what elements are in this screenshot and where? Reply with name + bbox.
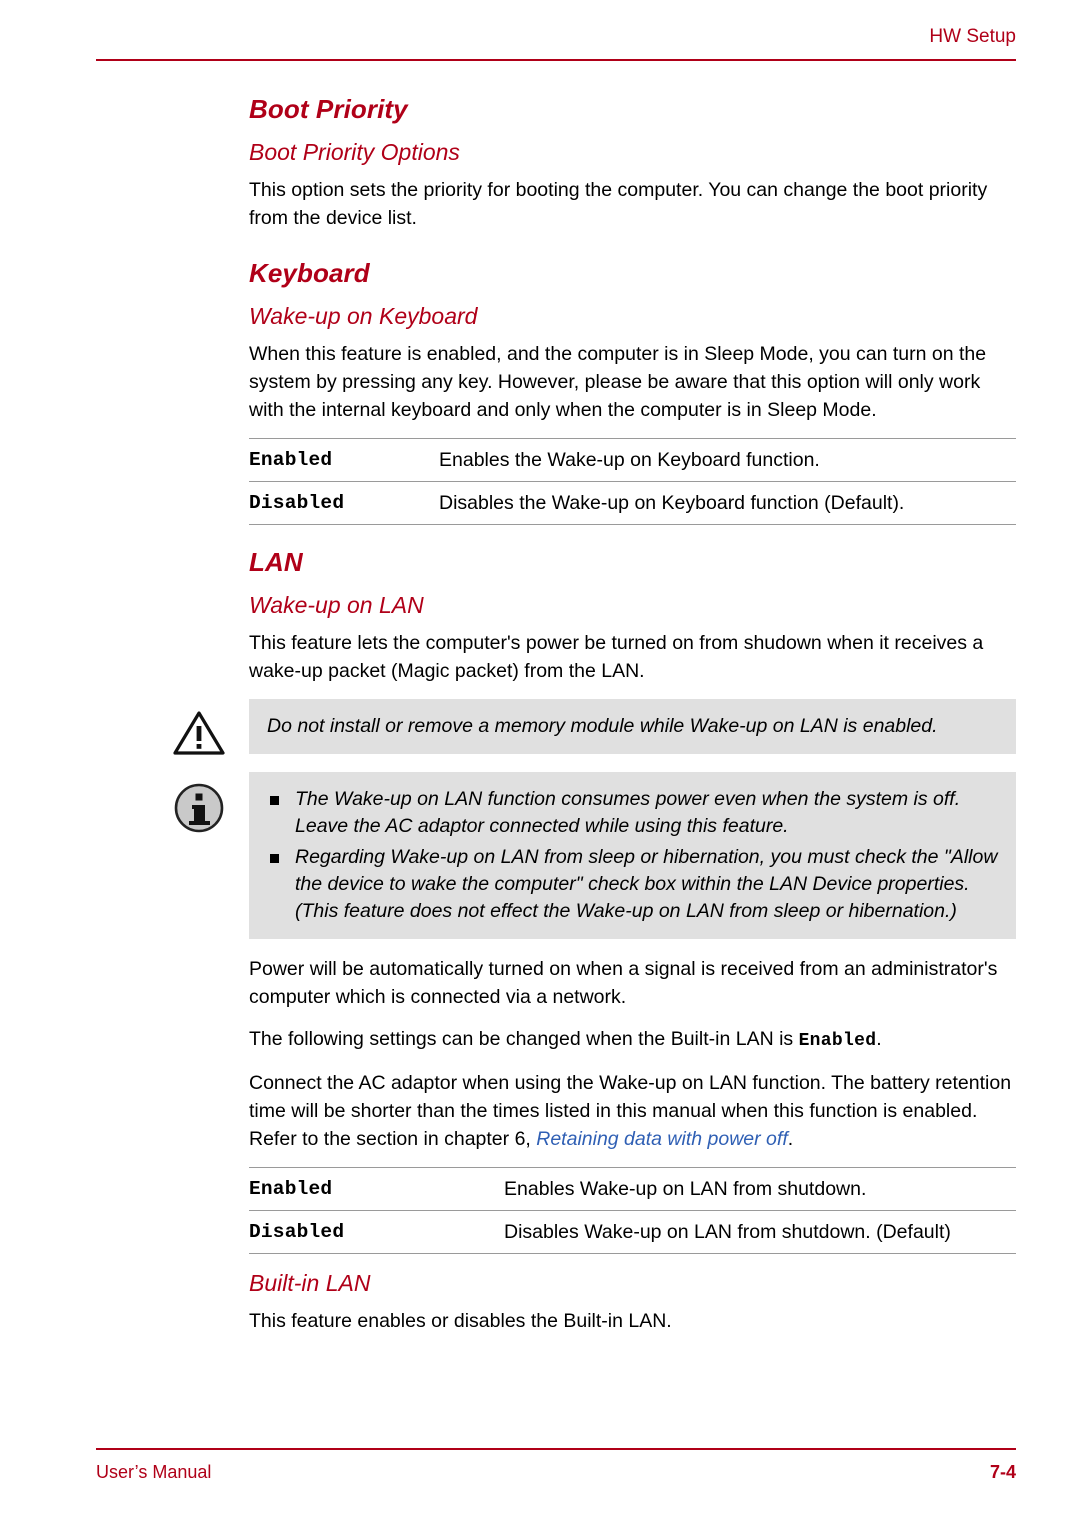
note-bullet-list: The Wake-up on LAN function consumes pow…: [267, 786, 998, 925]
paragraph-text-post: .: [876, 1028, 882, 1050]
paragraph-lan-power-on: Power will be automatically turned on wh…: [249, 958, 998, 1008]
note-callout: The Wake-up on LAN function consumes pow…: [249, 772, 1016, 939]
table-cell-term: Disabled: [249, 481, 439, 525]
page-header: HW Setup: [96, 26, 1016, 62]
table-cell-term: Enabled: [249, 1167, 504, 1211]
subheading-boot-priority-options: Boot Priority Options: [249, 139, 460, 165]
footer-manual-label: User’s Manual: [96, 1462, 212, 1482]
paragraph-lan-ac-adaptor: Connect the AC adaptor when using the Wa…: [249, 1069, 1016, 1153]
table-cell-description: Enables the Wake-up on Keyboard function…: [439, 438, 1016, 482]
table-row: Enabled Enables the Wake-up on Keyboard …: [249, 438, 1016, 482]
list-item: Regarding Wake-up on LAN from sleep or h…: [267, 844, 998, 925]
paragraph-boot-priority: This option sets the priority for bootin…: [249, 179, 988, 229]
paragraph-wake-up-on-keyboard: When this feature is enabled, and the co…: [249, 343, 987, 421]
list-item: The Wake-up on LAN function consumes pow…: [267, 786, 998, 840]
table-lan-settings: Enabled Enables Wake-up on LAN from shut…: [249, 1167, 1016, 1254]
document-page: HW Setup Boot Priority Boot Priority Opt…: [0, 0, 1080, 1526]
header-divider: [96, 59, 1016, 61]
warning-callout-block: Do not install or remove a memory module…: [173, 699, 1016, 755]
paragraph-wake-up-on-lan: This feature lets the computer's power b…: [249, 632, 984, 682]
footer-page-number: 7-4: [989, 1462, 1016, 1482]
heading-boot-priority: Boot Priority: [249, 94, 408, 124]
inline-mono-enabled: Enabled: [798, 1031, 877, 1051]
warning-triangle-icon: [171, 705, 227, 761]
table-row: Disabled Disables Wake-up on LAN from sh…: [249, 1210, 1016, 1254]
table-keyboard-settings: Enabled Enables the Wake-up on Keyboard …: [249, 438, 1016, 525]
table-cell-description: Disables the Wake-up on Keyboard functio…: [439, 481, 1016, 525]
page-footer: User’s Manual 7-4: [96, 1448, 1016, 1488]
footer-divider: [96, 1448, 1016, 1450]
heading-keyboard: Keyboard: [249, 258, 370, 288]
subheading-wake-up-on-lan: Wake-up on LAN: [249, 592, 424, 618]
header-title: HW Setup: [929, 26, 1016, 47]
table-cell-term: Enabled: [249, 438, 439, 482]
paragraph-built-in-lan: This feature enables or disables the Bui…: [249, 1310, 672, 1332]
paragraph-lan-builtin-enabled: The following settings can be changed wh…: [249, 1025, 1016, 1055]
subheading-wake-up-on-keyboard: Wake-up on Keyboard: [249, 303, 478, 329]
note-bullet-text: The Wake-up on LAN function consumes pow…: [295, 788, 961, 837]
paragraph-text-pre: The following settings can be changed wh…: [249, 1028, 799, 1050]
table-cell-description: Enables Wake-up on LAN from shutdown.: [504, 1167, 1016, 1211]
warning-callout: Do not install or remove a memory module…: [249, 699, 1016, 754]
table-cell-term: Disabled: [249, 1210, 504, 1254]
note-bullet-text: Regarding Wake-up on LAN from sleep or h…: [295, 846, 998, 922]
cross-reference-link[interactable]: Retaining data with power off: [536, 1128, 787, 1150]
bullet-square-icon: [270, 854, 279, 863]
table-row: Disabled Disables the Wake-up on Keyboar…: [249, 481, 1016, 525]
warning-text: Do not install or remove a memory module…: [267, 715, 938, 737]
subheading-built-in-lan: Built-in LAN: [249, 1270, 371, 1296]
table-row: Enabled Enables Wake-up on LAN from shut…: [249, 1167, 1016, 1211]
info-circle-icon: [171, 780, 227, 836]
table-cell-description: Disables Wake-up on LAN from shutdown. (…: [504, 1210, 1016, 1254]
note-callout-block: The Wake-up on LAN function consumes pow…: [174, 772, 1016, 939]
bullet-square-icon: [270, 796, 279, 805]
page-content: Boot Priority Boot Priority Options This…: [173, 80, 1016, 1349]
paragraph-text-post: .: [787, 1128, 794, 1150]
heading-lan: LAN: [249, 547, 303, 577]
